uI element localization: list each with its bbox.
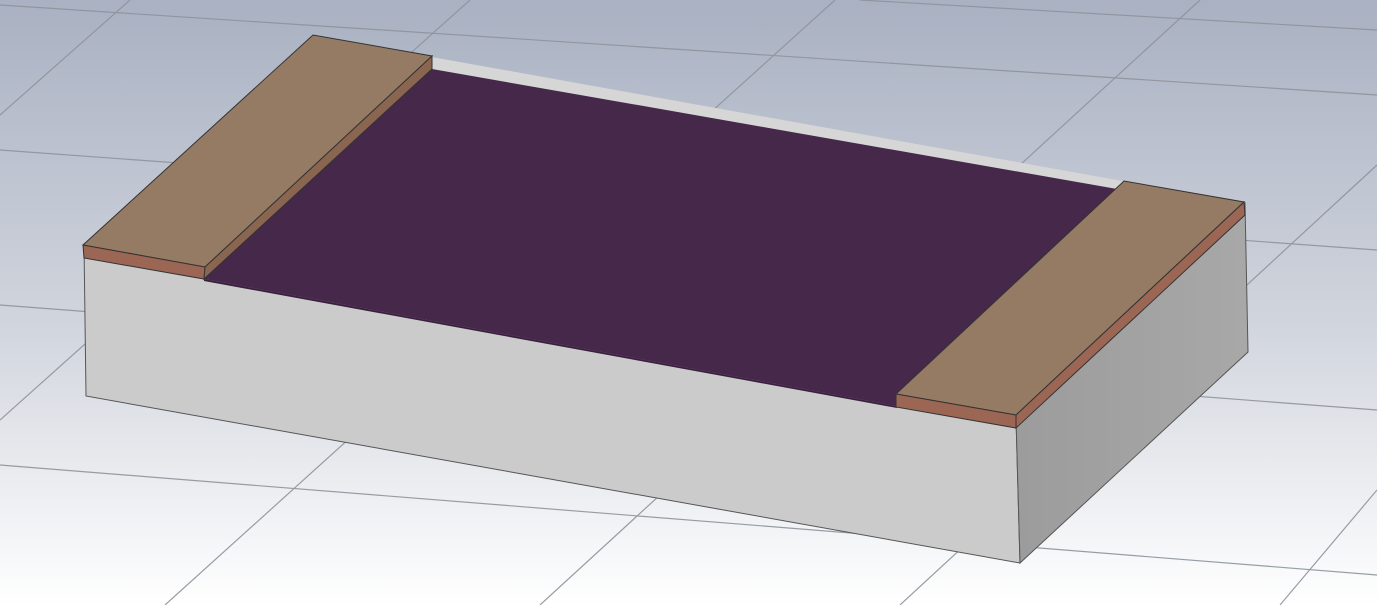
3d-viewport[interactable] <box>0 0 1377 605</box>
scene-canvas[interactable] <box>0 0 1377 605</box>
